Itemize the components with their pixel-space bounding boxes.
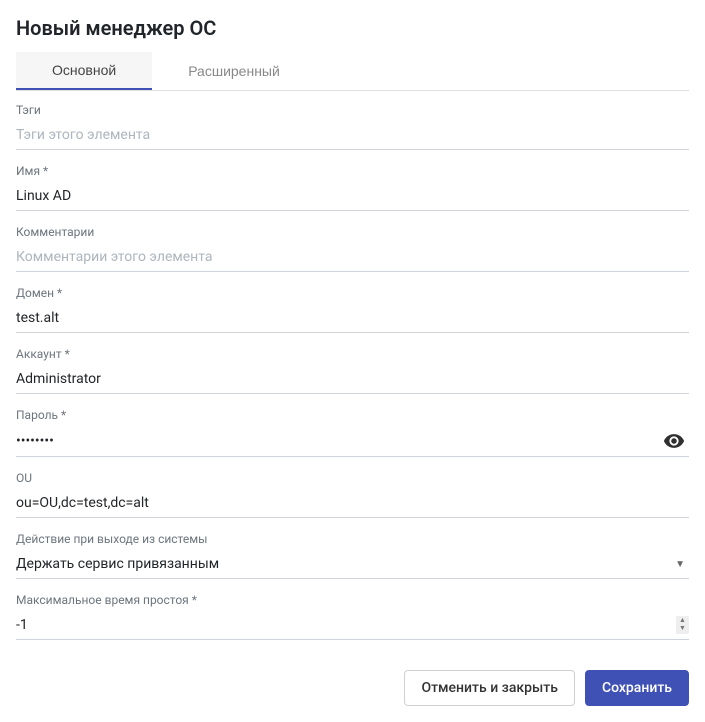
field-tags: Тэги: [16, 103, 689, 150]
input-tags[interactable]: [16, 121, 689, 150]
field-ou: OU: [16, 471, 689, 518]
input-max-idle[interactable]: [16, 611, 676, 639]
save-button[interactable]: Сохранить: [585, 670, 689, 706]
tab-main[interactable]: Основной: [16, 52, 152, 90]
label-name: Имя *: [16, 164, 689, 178]
eye-icon[interactable]: [659, 426, 689, 456]
input-comments[interactable]: [16, 243, 689, 272]
input-password[interactable]: [16, 427, 659, 455]
number-stepper[interactable]: ▲ ▼: [676, 616, 689, 634]
input-account[interactable]: [16, 365, 689, 394]
label-ou: OU: [16, 471, 689, 485]
field-comments: Комментарии: [16, 225, 689, 272]
field-logout-action: Действие при выходе из системы ▼: [16, 532, 689, 579]
label-tags: Тэги: [16, 103, 689, 117]
tabs-container: Основной Расширенный: [16, 52, 689, 91]
label-account: Аккаунт *: [16, 347, 689, 361]
footer-actions: Отменить и закрыть Сохранить: [16, 670, 689, 706]
tab-advanced[interactable]: Расширенный: [152, 52, 316, 90]
label-domain: Домен *: [16, 286, 689, 300]
field-account: Аккаунт *: [16, 347, 689, 394]
input-ou[interactable]: [16, 489, 689, 518]
select-logout-action[interactable]: [16, 550, 689, 578]
cancel-button[interactable]: Отменить и закрыть: [404, 670, 575, 706]
label-password: Пароль *: [16, 408, 689, 422]
field-name: Имя *: [16, 164, 689, 211]
field-password: Пароль *: [16, 408, 689, 457]
field-max-idle: Максимальное время простоя * ▲ ▼: [16, 593, 689, 640]
stepper-down-icon: ▼: [679, 625, 686, 633]
label-logout-action: Действие при выходе из системы: [16, 532, 689, 546]
field-domain: Домен *: [16, 286, 689, 333]
input-name[interactable]: [16, 182, 689, 211]
page-title: Новый менеджер ОС: [16, 16, 689, 40]
input-domain[interactable]: [16, 304, 689, 333]
label-comments: Комментарии: [16, 225, 689, 239]
label-max-idle: Максимальное время простоя *: [16, 593, 689, 607]
